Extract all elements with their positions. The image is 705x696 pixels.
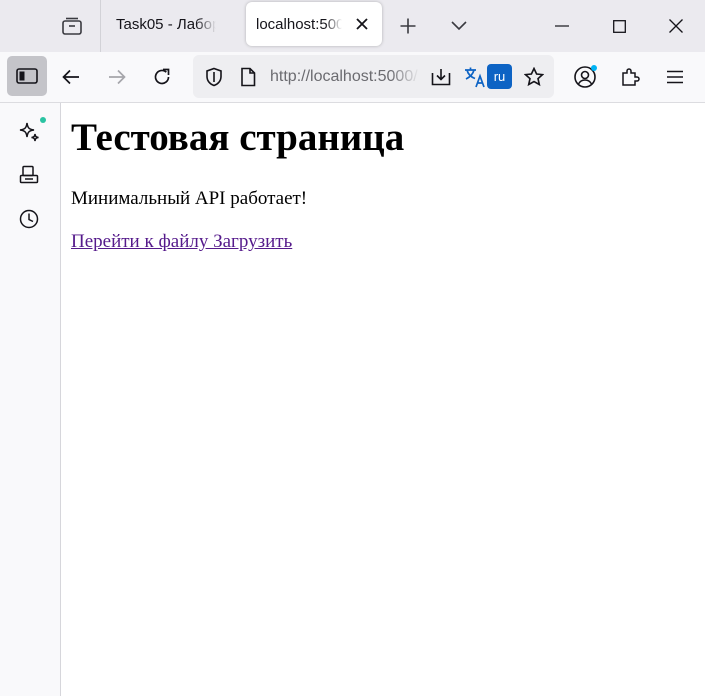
tab-separator: [100, 0, 101, 52]
sparkle-icon[interactable]: [15, 115, 47, 147]
tab-localhost[interactable]: localhost:5000/: [246, 2, 382, 46]
download-icon[interactable]: [428, 64, 454, 90]
arrow-right-icon[interactable]: [103, 63, 131, 91]
close-icon[interactable]: [662, 12, 690, 40]
language-badge[interactable]: ru: [487, 64, 512, 89]
puzzle-icon[interactable]: [616, 63, 644, 91]
page-title: Тестовая страница: [71, 116, 405, 159]
clock-icon[interactable]: [15, 205, 43, 233]
close-tab-icon[interactable]: [352, 14, 372, 34]
star-icon[interactable]: [520, 63, 548, 91]
status-text: Минимальный API работает!: [71, 188, 308, 209]
url-text[interactable]: http://localhost:5000/: [270, 66, 420, 88]
reload-icon[interactable]: [148, 63, 176, 91]
tab-groups-icon[interactable]: [56, 10, 88, 42]
account-icon[interactable]: [571, 63, 599, 91]
synced-tabs-icon[interactable]: [15, 161, 43, 189]
upload-link[interactable]: Перейти к файлу Загрузить: [71, 230, 292, 254]
chevron-down-icon[interactable]: [445, 12, 473, 40]
minimize-icon[interactable]: [548, 12, 576, 40]
tab-title: Task05 - Лаборат: [116, 15, 216, 33]
arrow-left-icon[interactable]: [57, 63, 85, 91]
page-content: Тестовая страница Минимальный API работа…: [61, 103, 705, 696]
tab-title: localhost:5000/: [256, 15, 342, 33]
plus-icon[interactable]: [394, 12, 422, 40]
sidebar-icon[interactable]: [7, 56, 47, 96]
hamburger-icon[interactable]: [661, 63, 689, 91]
maximize-icon[interactable]: [605, 12, 633, 40]
sidebar: [0, 103, 60, 696]
translate-icon[interactable]: [462, 63, 488, 91]
tab-task05[interactable]: Task05 - Лаборат: [104, 2, 236, 46]
page-icon[interactable]: [235, 64, 261, 90]
shield-icon[interactable]: [201, 64, 227, 90]
